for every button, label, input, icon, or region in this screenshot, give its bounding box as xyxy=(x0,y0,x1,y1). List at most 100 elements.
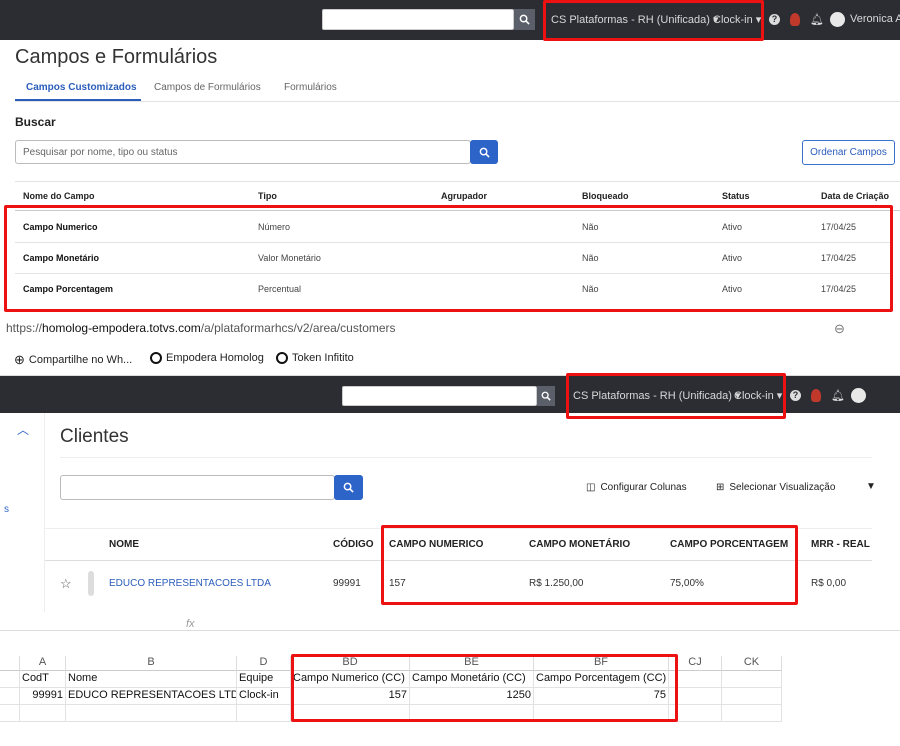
cell-status: Ativo xyxy=(722,253,743,263)
col-letter-bf[interactable]: BF xyxy=(534,656,669,671)
highlight-fields-box xyxy=(4,205,893,312)
filter-icon[interactable]: ▼ xyxy=(866,481,876,492)
spreadsheet-panel: fx A B D BD BE BF CJ CK CodT Nome Equipe… xyxy=(0,612,900,746)
user-name[interactable]: Veronica Ar xyxy=(850,13,900,25)
tab-campos-customizados[interactable]: Campos Customizados xyxy=(26,82,137,93)
configure-columns-button[interactable]: ◫ Configurar Colunas xyxy=(586,482,687,493)
col-header-campo-numerico[interactable]: CAMPO NUMERICO xyxy=(389,539,483,550)
empty-cell[interactable] xyxy=(534,705,669,722)
col-header-group[interactable]: Agrupador xyxy=(441,191,487,201)
cell-campo-numerico-header[interactable]: Campo Numerico (CC) xyxy=(291,671,410,688)
row-number[interactable] xyxy=(0,705,20,722)
configure-columns-label: Configurar Colunas xyxy=(600,482,687,493)
help-icon[interactable]: ? xyxy=(790,390,801,401)
col-header-blocked[interactable]: Bloqueado xyxy=(582,191,629,201)
col-header-nome[interactable]: NOME xyxy=(109,539,139,550)
col-letter-b[interactable]: B xyxy=(66,656,237,671)
help-icon[interactable]: ? xyxy=(769,14,780,25)
clients-search-button[interactable] xyxy=(334,475,363,500)
col-letter-be[interactable]: BE xyxy=(410,656,534,671)
cell-campo-porcentagem[interactable]: 75 xyxy=(534,688,669,705)
empty-cell[interactable] xyxy=(291,705,410,722)
address-bar[interactable]: https://homolog-empodera.totvs.com/a/pla… xyxy=(0,316,900,342)
cell-ck[interactable] xyxy=(722,688,782,705)
client-name-link[interactable]: EDUCO REPRESENTACOES LTDA xyxy=(109,578,271,589)
clockin-selector[interactable]: Clock-in ▾ xyxy=(713,13,761,26)
row-number[interactable] xyxy=(0,671,20,688)
row-header-corner[interactable] xyxy=(0,656,20,671)
global-search-input[interactable] xyxy=(322,9,514,30)
zoom-icon[interactable]: ⊖ xyxy=(834,321,845,337)
col-header-type[interactable]: Tipo xyxy=(258,191,277,201)
url-text[interactable]: https://homolog-empodera.totvs.com/a/pla… xyxy=(6,321,396,335)
cell-campo-porcentagem-header[interactable]: Campo Porcentagem (CC) xyxy=(534,671,669,688)
sidebar-letter[interactable]: s xyxy=(4,504,9,515)
avatar-icon[interactable] xyxy=(811,389,821,402)
cell-codt-header[interactable]: CodT xyxy=(20,671,66,688)
col-header-date[interactable]: Data de Criação xyxy=(821,191,889,201)
col-letter-a[interactable]: A xyxy=(20,656,66,671)
empty-cell[interactable] xyxy=(410,705,534,722)
clockin-selector[interactable]: Clock-in ▾ xyxy=(734,389,782,402)
clients-search-input[interactable] xyxy=(60,475,335,500)
tab-campos-de-formularios[interactable]: Campos de Formulários xyxy=(154,82,261,93)
empty-cell[interactable] xyxy=(722,705,782,722)
cell-campo-numerico[interactable]: 157 xyxy=(291,688,410,705)
header-divider xyxy=(15,210,900,211)
cell-type: Valor Monetário xyxy=(258,253,321,263)
cell-equipe[interactable]: Clock-in xyxy=(237,688,291,705)
bookmark-item[interactable]: Token Infitito xyxy=(276,352,354,364)
cell-cj[interactable] xyxy=(669,688,722,705)
row-handle[interactable] xyxy=(88,571,94,596)
empty-cell[interactable] xyxy=(20,705,66,722)
search-button[interactable] xyxy=(514,9,535,30)
cell-cj-header[interactable] xyxy=(669,671,722,688)
cell-nome-header[interactable]: Nome xyxy=(66,671,237,688)
bookmark-item[interactable]: ⊕ Compartilhe no Wh... xyxy=(14,352,132,368)
global-search-input[interactable] xyxy=(342,386,537,406)
cell-campo-monetario[interactable]: 1250 xyxy=(410,688,534,705)
cell-name: Campo Monetário xyxy=(23,253,100,263)
cell-ck-header[interactable] xyxy=(722,671,782,688)
cell-campo-monetario-header[interactable]: Campo Monetário (CC) xyxy=(410,671,534,688)
empty-cell[interactable] xyxy=(237,705,291,722)
search-fields-input[interactable]: Pesquisar por nome, tipo ou status xyxy=(15,140,471,164)
col-header-campo-monetario[interactable]: CAMPO MONETÁRIO xyxy=(529,539,630,550)
customers-panel: https://homolog-empodera.totvs.com/a/pla… xyxy=(0,316,900,612)
formula-bar-fx[interactable]: fx xyxy=(186,618,195,630)
order-fields-button[interactable]: Ordenar Campos xyxy=(802,140,895,165)
page-title: Clientes xyxy=(60,426,129,447)
select-view-button[interactable]: ⊞ Selecionar Visualização xyxy=(716,482,835,493)
cell-nome[interactable]: EDUCO REPRESENTACOES LTDA xyxy=(66,688,237,705)
col-letter-cj[interactable]: CJ xyxy=(669,656,722,671)
bell-icon[interactable]: 🔔︎ xyxy=(831,389,845,402)
col-letter-bd[interactable]: BD xyxy=(291,656,410,671)
workspace-label: CS Plataformas - RH (Unificada) xyxy=(551,14,710,26)
col-letter-ck[interactable]: CK xyxy=(722,656,782,671)
col-header-codigo[interactable]: CÓDIGO xyxy=(333,539,374,550)
empty-cell[interactable] xyxy=(669,705,722,722)
col-letter-d[interactable]: D xyxy=(237,656,291,671)
highlight-custom-columns-box xyxy=(381,525,798,605)
cell-codt[interactable]: 99991 xyxy=(20,688,66,705)
star-icon[interactable]: ☆ xyxy=(60,576,72,592)
tab-formularios[interactable]: Formulários xyxy=(284,82,337,93)
search-fields-button[interactable] xyxy=(470,140,498,164)
row-number[interactable] xyxy=(0,688,20,705)
user-avatar[interactable] xyxy=(830,12,845,27)
col-header-campo-porcentagem[interactable]: CAMPO PORCENTAGEM xyxy=(670,539,788,550)
col-header-mrr[interactable]: MRR - REAL ( xyxy=(811,539,872,550)
bell-icon[interactable]: 🔔︎ xyxy=(810,13,824,26)
cell-name: Campo Numerico xyxy=(23,222,98,232)
user-avatar[interactable] xyxy=(851,388,866,403)
col-header-name[interactable]: Nome do Campo xyxy=(23,191,95,201)
search-button[interactable] xyxy=(537,386,555,406)
cell-equipe-header[interactable]: Equipe xyxy=(237,671,291,688)
avatar-icon[interactable] xyxy=(790,13,800,26)
workspace-selector[interactable]: CS Plataformas - RH (Unificada) ▾ xyxy=(573,389,741,402)
col-header-status[interactable]: Status xyxy=(722,191,750,201)
workspace-selector[interactable]: CS Plataformas - RH (Unificada) ▾ xyxy=(551,13,719,26)
empty-cell[interactable] xyxy=(66,705,237,722)
chevron-up-icon[interactable]: ︿ xyxy=(17,421,29,438)
bookmark-item[interactable]: Empodera Homolog xyxy=(150,352,264,364)
